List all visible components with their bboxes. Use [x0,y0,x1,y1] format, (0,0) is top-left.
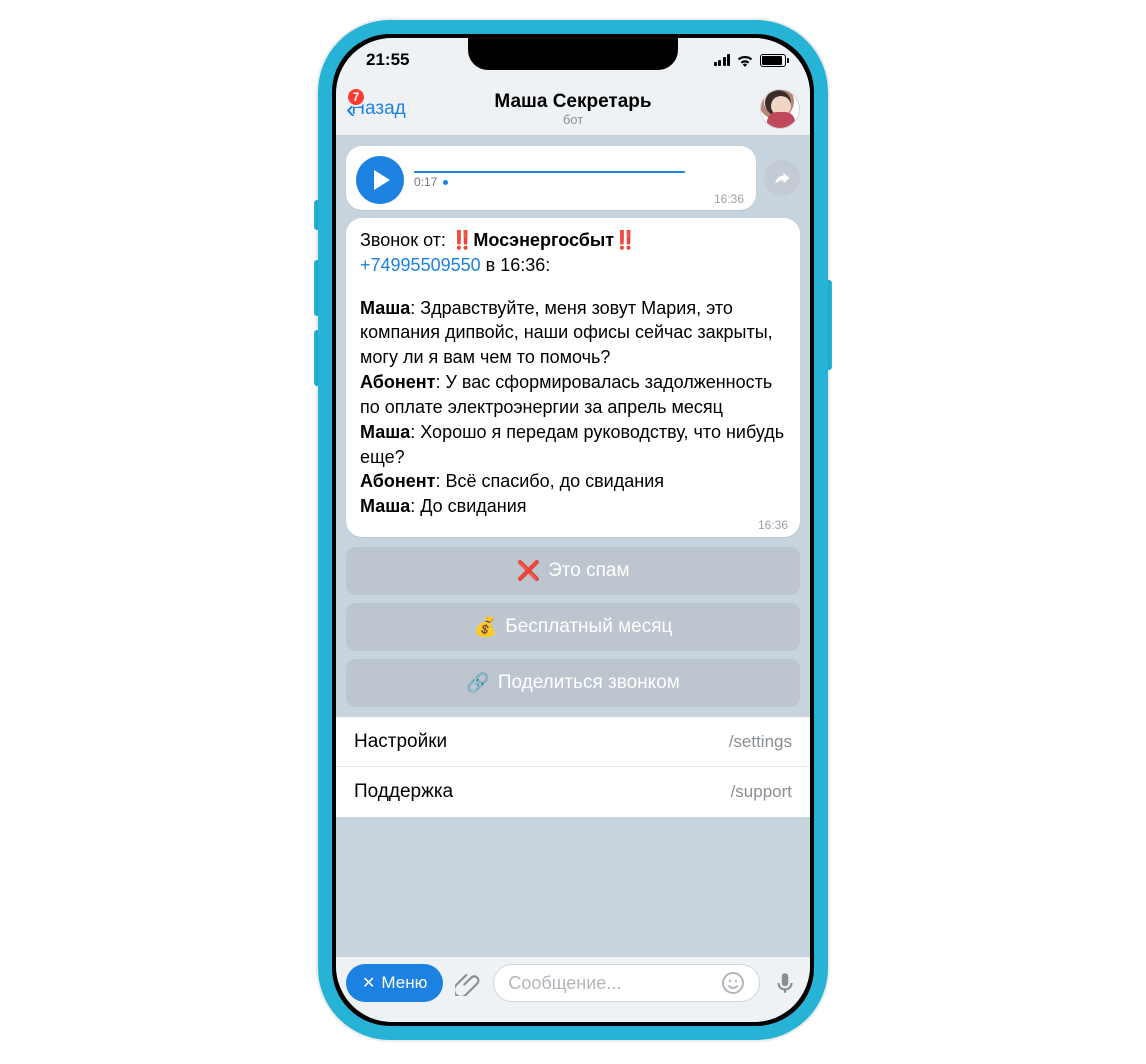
message-time: 16:36 [758,517,788,534]
command-label: Настройки [354,731,447,753]
cellular-signal-icon [714,54,731,66]
sticker-icon[interactable] [721,971,745,995]
menu-button-label: Меню [381,973,427,993]
transcript-line: Абонент: У вас сформировалась задолженно… [360,370,786,420]
command-row[interactable]: Настройки/settings [336,717,810,767]
bangbang-icon: ‼️ [614,230,636,250]
voice-message-row: 0:17 16:36 [346,146,800,210]
back-button[interactable]: ‹ Назад 7 [346,95,406,123]
chat-title: Маша Секретарь [336,91,810,113]
message-placeholder: Сообщение... [508,973,621,994]
message-input[interactable]: Сообщение... [493,964,760,1002]
command-slash: /support [731,782,792,802]
cross-icon: ❌ [516,559,540,583]
voice-record-button[interactable] [770,968,800,998]
transcript-bubble[interactable]: Звонок от: ‼️Мосэнергосбыт‼️ +7499550955… [346,218,800,537]
voice-waveform[interactable]: 0:17 [414,171,744,189]
speaker-name: Маша [360,422,410,442]
play-button[interactable] [356,156,404,204]
free-month-button[interactable]: 💰 Бесплатный месяц [346,603,800,651]
speaker-name: Маша [360,496,410,516]
speaker-name: Абонент [360,372,435,392]
command-slash: /settings [729,732,792,752]
speaker-name: Абонент [360,471,435,491]
chat-subtitle: бот [336,112,810,127]
battery-icon [760,54,786,67]
wifi-icon [736,54,754,67]
transcript-header: Звонок от: ‼️Мосэнергосбыт‼️ [360,228,786,253]
forward-button[interactable] [764,160,800,196]
voice-duration: 0:17 [414,175,437,189]
caller-name: Мосэнергосбыт [473,230,614,250]
menu-button[interactable]: ✕ Меню [346,964,443,1002]
microphone-icon [772,970,798,996]
bangbang-icon: ‼️ [451,230,473,250]
status-right [714,54,787,67]
money-icon: 💰 [474,615,498,639]
unplayed-dot-icon [443,180,448,185]
spam-button-label: Это спам [548,560,629,582]
voice-message-bubble[interactable]: 0:17 16:36 [346,146,756,210]
link-icon: 🔗 [466,671,490,695]
notch [468,38,678,70]
command-label: Поддержка [354,781,453,803]
command-panel: Настройки/settingsПоддержка/support [336,717,810,817]
command-row[interactable]: Поддержка/support [336,767,810,817]
speaker-name: Маша [360,298,410,318]
nav-title: Маша Секретарь бот [336,91,810,127]
transcript-subheader: +74995509550 в 16:36: [360,253,786,278]
transcript-line: Маша: Здравствуйте, меня зовут Мария, эт… [360,296,786,370]
chat-area[interactable]: 0:17 16:36 Звонок от: ‼️Мосэнергосбыт‼️ [336,136,810,956]
transcript-lines: Маша: Здравствуйте, меня зовут Мария, эт… [360,296,786,519]
phone-link[interactable]: +74995509550 [360,255,481,275]
paperclip-icon [455,970,481,996]
transcript-line: Маша: До свидания [360,494,786,519]
unread-badge: 7 [346,87,366,107]
free-month-button-label: Бесплатный месяц [505,616,672,638]
phone-mockup: 21:55 ‹ Назад 7 Маша Секретарь бот [318,20,828,1040]
transcript-line: Маша: Хорошо я передам руководству, что … [360,420,786,470]
phone-frame: 21:55 ‹ Назад 7 Маша Секретарь бот [318,20,828,1040]
transcript-line: Абонент: Всё спасибо, до свидания [360,469,786,494]
call-time: 16:36 [500,255,545,275]
nav-bar: ‹ Назад 7 Маша Секретарь бот [336,82,810,136]
status-time: 21:55 [366,50,409,70]
avatar[interactable] [760,89,800,129]
input-bar: ✕ Меню Сообщение... [336,956,810,1022]
forward-icon [773,169,791,187]
share-call-button-label: Поделиться звонком [498,672,680,694]
close-icon: ✕ [362,973,375,993]
screen: 21:55 ‹ Назад 7 Маша Секретарь бот [336,38,810,1022]
spam-button[interactable]: ❌ Это спам [346,547,800,595]
message-time: 16:36 [714,192,744,206]
attach-button[interactable] [453,968,483,998]
share-call-button[interactable]: 🔗 Поделиться звонком [346,659,800,707]
